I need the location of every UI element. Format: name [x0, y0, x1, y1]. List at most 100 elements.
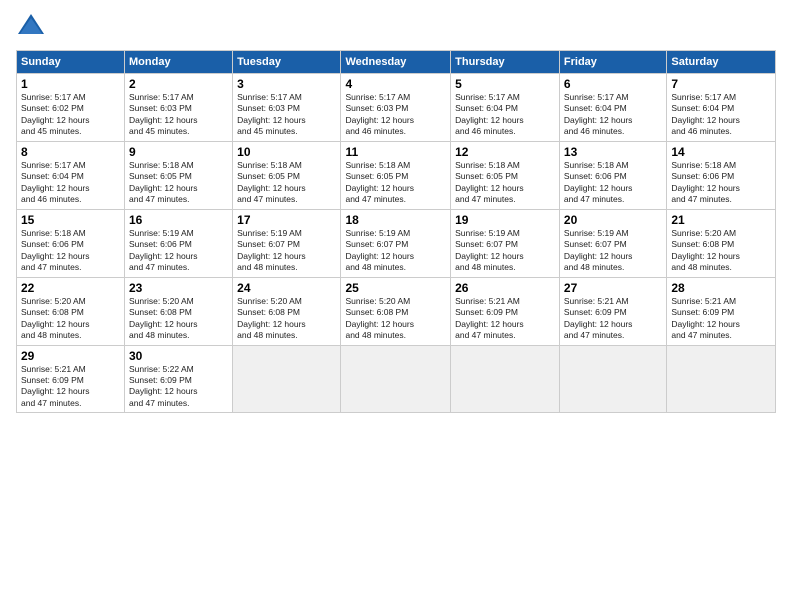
calendar-cell: 29Sunrise: 5:21 AM Sunset: 6:09 PM Dayli… — [17, 345, 125, 413]
day-info: Sunrise: 5:21 AM Sunset: 6:09 PM Dayligh… — [564, 296, 662, 342]
calendar-cell: 8Sunrise: 5:17 AM Sunset: 6:04 PM Daylig… — [17, 141, 125, 209]
day-info: Sunrise: 5:21 AM Sunset: 6:09 PM Dayligh… — [455, 296, 555, 342]
calendar-cell: 18Sunrise: 5:19 AM Sunset: 6:07 PM Dayli… — [341, 209, 451, 277]
day-info: Sunrise: 5:19 AM Sunset: 6:06 PM Dayligh… — [129, 228, 228, 274]
calendar-cell: 9Sunrise: 5:18 AM Sunset: 6:05 PM Daylig… — [125, 141, 233, 209]
logo-icon — [16, 12, 46, 42]
calendar-cell — [667, 345, 776, 413]
calendar-cell: 24Sunrise: 5:20 AM Sunset: 6:08 PM Dayli… — [233, 277, 341, 345]
calendar-cell: 26Sunrise: 5:21 AM Sunset: 6:09 PM Dayli… — [451, 277, 560, 345]
day-number: 21 — [671, 213, 771, 227]
day-number: 23 — [129, 281, 228, 295]
calendar-cell: 1Sunrise: 5:17 AM Sunset: 6:02 PM Daylig… — [17, 74, 125, 142]
day-number: 19 — [455, 213, 555, 227]
calendar-cell: 16Sunrise: 5:19 AM Sunset: 6:06 PM Dayli… — [125, 209, 233, 277]
page: SundayMondayTuesdayWednesdayThursdayFrid… — [0, 0, 792, 612]
day-info: Sunrise: 5:18 AM Sunset: 6:05 PM Dayligh… — [129, 160, 228, 206]
calendar-cell: 17Sunrise: 5:19 AM Sunset: 6:07 PM Dayli… — [233, 209, 341, 277]
day-number: 3 — [237, 77, 336, 91]
weekday-header-thursday: Thursday — [451, 51, 560, 74]
day-number: 8 — [21, 145, 120, 159]
day-number: 10 — [237, 145, 336, 159]
calendar-cell: 25Sunrise: 5:20 AM Sunset: 6:08 PM Dayli… — [341, 277, 451, 345]
calendar-week-row: 8Sunrise: 5:17 AM Sunset: 6:04 PM Daylig… — [17, 141, 776, 209]
day-info: Sunrise: 5:20 AM Sunset: 6:08 PM Dayligh… — [129, 296, 228, 342]
day-number: 5 — [455, 77, 555, 91]
day-info: Sunrise: 5:17 AM Sunset: 6:02 PM Dayligh… — [21, 92, 120, 138]
day-info: Sunrise: 5:21 AM Sunset: 6:09 PM Dayligh… — [671, 296, 771, 342]
day-info: Sunrise: 5:20 AM Sunset: 6:08 PM Dayligh… — [237, 296, 336, 342]
calendar-cell: 2Sunrise: 5:17 AM Sunset: 6:03 PM Daylig… — [125, 74, 233, 142]
calendar-cell: 20Sunrise: 5:19 AM Sunset: 6:07 PM Dayli… — [559, 209, 666, 277]
calendar-week-row: 1Sunrise: 5:17 AM Sunset: 6:02 PM Daylig… — [17, 74, 776, 142]
day-number: 14 — [671, 145, 771, 159]
day-number: 12 — [455, 145, 555, 159]
calendar-cell: 19Sunrise: 5:19 AM Sunset: 6:07 PM Dayli… — [451, 209, 560, 277]
day-number: 22 — [21, 281, 120, 295]
weekday-header-tuesday: Tuesday — [233, 51, 341, 74]
calendar-cell: 14Sunrise: 5:18 AM Sunset: 6:06 PM Dayli… — [667, 141, 776, 209]
calendar-cell — [233, 345, 341, 413]
day-number: 6 — [564, 77, 662, 91]
calendar-cell: 3Sunrise: 5:17 AM Sunset: 6:03 PM Daylig… — [233, 74, 341, 142]
day-number: 13 — [564, 145, 662, 159]
day-number: 2 — [129, 77, 228, 91]
day-number: 26 — [455, 281, 555, 295]
day-info: Sunrise: 5:17 AM Sunset: 6:04 PM Dayligh… — [455, 92, 555, 138]
calendar-cell — [451, 345, 560, 413]
day-number: 29 — [21, 349, 120, 363]
day-number: 11 — [345, 145, 446, 159]
day-info: Sunrise: 5:17 AM Sunset: 6:04 PM Dayligh… — [671, 92, 771, 138]
day-number: 4 — [345, 77, 446, 91]
calendar-week-row: 15Sunrise: 5:18 AM Sunset: 6:06 PM Dayli… — [17, 209, 776, 277]
calendar-table: SundayMondayTuesdayWednesdayThursdayFrid… — [16, 50, 776, 413]
calendar-cell: 23Sunrise: 5:20 AM Sunset: 6:08 PM Dayli… — [125, 277, 233, 345]
day-number: 16 — [129, 213, 228, 227]
day-number: 27 — [564, 281, 662, 295]
day-info: Sunrise: 5:18 AM Sunset: 6:06 PM Dayligh… — [671, 160, 771, 206]
header — [16, 12, 776, 42]
calendar-cell: 6Sunrise: 5:17 AM Sunset: 6:04 PM Daylig… — [559, 74, 666, 142]
calendar-cell: 22Sunrise: 5:20 AM Sunset: 6:08 PM Dayli… — [17, 277, 125, 345]
calendar-week-row: 22Sunrise: 5:20 AM Sunset: 6:08 PM Dayli… — [17, 277, 776, 345]
day-number: 9 — [129, 145, 228, 159]
day-info: Sunrise: 5:18 AM Sunset: 6:05 PM Dayligh… — [455, 160, 555, 206]
calendar-cell: 4Sunrise: 5:17 AM Sunset: 6:03 PM Daylig… — [341, 74, 451, 142]
weekday-header-saturday: Saturday — [667, 51, 776, 74]
day-number: 1 — [21, 77, 120, 91]
weekday-header-sunday: Sunday — [17, 51, 125, 74]
day-number: 20 — [564, 213, 662, 227]
day-number: 30 — [129, 349, 228, 363]
day-info: Sunrise: 5:19 AM Sunset: 6:07 PM Dayligh… — [455, 228, 555, 274]
day-info: Sunrise: 5:21 AM Sunset: 6:09 PM Dayligh… — [21, 364, 120, 410]
day-info: Sunrise: 5:17 AM Sunset: 6:03 PM Dayligh… — [345, 92, 446, 138]
calendar-header-row: SundayMondayTuesdayWednesdayThursdayFrid… — [17, 51, 776, 74]
day-info: Sunrise: 5:19 AM Sunset: 6:07 PM Dayligh… — [564, 228, 662, 274]
day-number: 25 — [345, 281, 446, 295]
calendar-cell — [559, 345, 666, 413]
calendar-cell: 13Sunrise: 5:18 AM Sunset: 6:06 PM Dayli… — [559, 141, 666, 209]
day-info: Sunrise: 5:18 AM Sunset: 6:05 PM Dayligh… — [237, 160, 336, 206]
calendar-cell: 15Sunrise: 5:18 AM Sunset: 6:06 PM Dayli… — [17, 209, 125, 277]
day-info: Sunrise: 5:19 AM Sunset: 6:07 PM Dayligh… — [345, 228, 446, 274]
calendar-cell: 7Sunrise: 5:17 AM Sunset: 6:04 PM Daylig… — [667, 74, 776, 142]
calendar-cell: 11Sunrise: 5:18 AM Sunset: 6:05 PM Dayli… — [341, 141, 451, 209]
day-number: 15 — [21, 213, 120, 227]
day-number: 17 — [237, 213, 336, 227]
day-info: Sunrise: 5:17 AM Sunset: 6:04 PM Dayligh… — [564, 92, 662, 138]
day-info: Sunrise: 5:18 AM Sunset: 6:06 PM Dayligh… — [21, 228, 120, 274]
day-info: Sunrise: 5:19 AM Sunset: 6:07 PM Dayligh… — [237, 228, 336, 274]
day-info: Sunrise: 5:20 AM Sunset: 6:08 PM Dayligh… — [671, 228, 771, 274]
day-info: Sunrise: 5:20 AM Sunset: 6:08 PM Dayligh… — [21, 296, 120, 342]
day-number: 28 — [671, 281, 771, 295]
calendar-cell: 28Sunrise: 5:21 AM Sunset: 6:09 PM Dayli… — [667, 277, 776, 345]
calendar-cell: 27Sunrise: 5:21 AM Sunset: 6:09 PM Dayli… — [559, 277, 666, 345]
day-info: Sunrise: 5:17 AM Sunset: 6:03 PM Dayligh… — [129, 92, 228, 138]
calendar-cell — [341, 345, 451, 413]
weekday-header-monday: Monday — [125, 51, 233, 74]
day-info: Sunrise: 5:17 AM Sunset: 6:04 PM Dayligh… — [21, 160, 120, 206]
day-info: Sunrise: 5:22 AM Sunset: 6:09 PM Dayligh… — [129, 364, 228, 410]
day-number: 24 — [237, 281, 336, 295]
calendar-cell: 12Sunrise: 5:18 AM Sunset: 6:05 PM Dayli… — [451, 141, 560, 209]
day-info: Sunrise: 5:18 AM Sunset: 6:06 PM Dayligh… — [564, 160, 662, 206]
